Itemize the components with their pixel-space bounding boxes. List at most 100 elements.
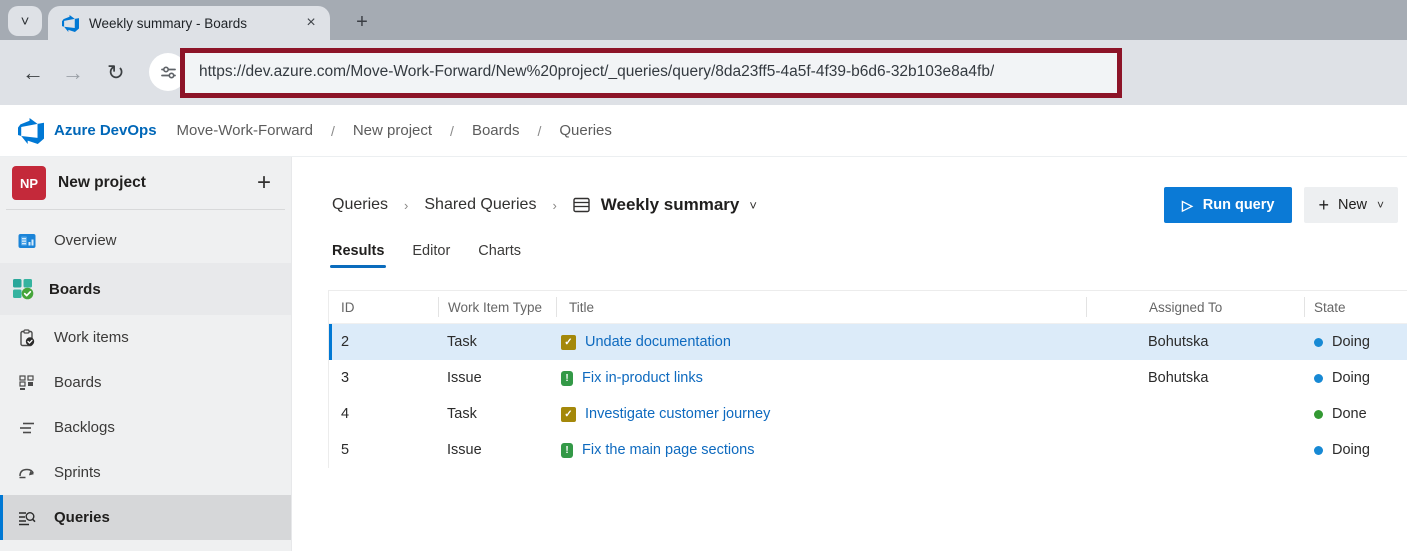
query-title[interactable]: Weekly summary [601, 195, 740, 215]
breadcrumb-org[interactable]: Move-Work-Forward [171, 122, 319, 139]
work-item-title-link[interactable]: Fix the main page sections [582, 442, 754, 458]
state-dot-icon [1314, 410, 1323, 419]
tab-title: Weekly summary - Boards [89, 16, 302, 31]
sidebar-item-label: Sprints [54, 464, 101, 481]
sidebar-item-sprints[interactable]: Sprints [0, 450, 291, 495]
state-dot-icon [1314, 446, 1323, 455]
sidebar-item-overview[interactable]: Overview [0, 218, 291, 263]
new-tab-button[interactable]: + [348, 8, 376, 36]
cell-id: 5 [329, 442, 438, 458]
query-breadcrumb-root[interactable]: Queries [332, 196, 388, 214]
sidebar-item-boards-hub[interactable]: Boards [0, 263, 291, 315]
project-name[interactable]: New project [58, 174, 251, 192]
column-header-assigned-to[interactable]: Assigned To [1086, 297, 1304, 317]
run-query-label: Run query [1203, 197, 1275, 213]
cell-title: Investigate customer journey [556, 406, 1086, 422]
work-item-title-link[interactable]: Investigate customer journey [585, 406, 770, 422]
table-header-row: ID Work Item Type Title Assigned To Stat… [329, 291, 1407, 324]
state-label: Done [1332, 406, 1367, 422]
query-breadcrumb-parent[interactable]: Shared Queries [424, 196, 536, 214]
queries-icon [15, 510, 39, 526]
sidebar: NP New project + Overvi [0, 157, 292, 551]
browser-toolbar: ← → ↻ https://dev.azure.com/Move-Work-Fo… [0, 40, 1407, 105]
sidebar-item-label: Backlogs [54, 419, 115, 436]
url-text: https://dev.azure.com/Move-Work-Forward/… [199, 63, 994, 81]
work-item-title-link[interactable]: Fix in-product links [582, 370, 703, 386]
divider [6, 209, 285, 210]
cell-state: Doing [1304, 334, 1407, 350]
devops-header: Azure DevOps Move-Work-Forward / New pro… [0, 105, 1407, 157]
query-breadcrumb: Queries › Shared Queries › Weekly summar… [332, 195, 1164, 215]
breadcrumb-project[interactable]: New project [347, 122, 438, 139]
pivot-tabs: Results Editor Charts [332, 243, 1407, 268]
table-row[interactable]: 4 Task Investigate customer journey Done [329, 396, 1407, 432]
sidebar-item-label: Boards [54, 374, 102, 391]
project-avatar[interactable]: NP [12, 166, 46, 200]
run-query-button[interactable]: ▷ Run query [1164, 187, 1292, 223]
cell-work-item-type: Task [438, 334, 556, 350]
azure-devops-favicon-icon [62, 15, 79, 32]
sprints-icon [15, 466, 39, 480]
browser-window: ˅ Weekly summary - Boards × + ← → ↻ http… [0, 0, 1407, 551]
cell-state: Doing [1304, 442, 1407, 458]
sidebar-item-boards[interactable]: Boards [0, 360, 291, 405]
site-info-button[interactable] [149, 53, 187, 91]
play-icon: ▷ [1182, 197, 1193, 214]
cell-work-item-type: Issue [438, 442, 556, 458]
boards-hub-icon [11, 278, 35, 300]
back-icon[interactable]: ← [22, 60, 44, 86]
reload-icon[interactable]: ↻ [107, 60, 125, 85]
new-button[interactable]: + New ˅ [1304, 187, 1398, 223]
tab-close-icon[interactable]: × [302, 14, 320, 32]
chevron-down-icon: ˅ [1377, 198, 1384, 212]
state-label: Doing [1332, 370, 1370, 386]
cell-title: Fix in-product links [556, 370, 1086, 386]
breadcrumb-separator: / [525, 123, 553, 139]
forward-icon[interactable]: → [62, 60, 84, 86]
state-label: Doing [1332, 442, 1370, 458]
chevron-down-icon[interactable]: ˅ [749, 198, 757, 213]
project-row: NP New project + [0, 157, 291, 209]
tune-icon [159, 63, 178, 82]
address-bar[interactable]: https://dev.azure.com/Move-Work-Forward/… [185, 49, 1118, 95]
sidebar-item-queries[interactable]: Queries [0, 495, 291, 540]
table-row[interactable]: 5 Issue Fix the main page sections Doing [329, 432, 1407, 468]
sidebar-item-work-items[interactable]: Work items [0, 315, 291, 360]
browser-tab[interactable]: Weekly summary - Boards × [48, 6, 330, 40]
cell-id: 3 [329, 370, 438, 386]
cell-work-item-type: Issue [438, 370, 556, 386]
cell-assigned-to: Bohutska [1086, 370, 1304, 386]
tab-charts[interactable]: Charts [478, 243, 521, 268]
cell-state: Done [1304, 406, 1407, 422]
cell-id: 2 [329, 334, 438, 350]
sidebar-item-label: Work items [54, 329, 129, 346]
table-row[interactable]: 2 Task Undate documentation Bohutska Doi… [329, 324, 1407, 360]
column-header-id[interactable]: ID [329, 297, 438, 317]
table-row[interactable]: 3 Issue Fix in-product links Bohutska Do… [329, 360, 1407, 396]
tab-search-button[interactable]: ˅ [8, 6, 42, 36]
work-item-title-link[interactable]: Undate documentation [585, 334, 731, 350]
plus-icon: + [356, 11, 368, 34]
add-project-button[interactable]: + [251, 169, 277, 197]
plus-icon: + [1318, 195, 1329, 216]
breadcrumb-queries[interactable]: Queries [553, 122, 618, 139]
cell-state: Doing [1304, 370, 1407, 386]
azure-devops-logo-icon[interactable] [18, 118, 44, 144]
cell-assigned-to: Bohutska [1086, 334, 1304, 350]
column-header-title[interactable]: Title [556, 297, 1086, 317]
work-items-icon [15, 329, 39, 347]
board-icon [15, 375, 39, 391]
brand-title[interactable]: Azure DevOps [54, 122, 157, 139]
cell-id: 4 [329, 406, 438, 422]
column-header-work-item-type[interactable]: Work Item Type [438, 297, 556, 317]
breadcrumb-boards[interactable]: Boards [466, 122, 526, 139]
tab-results[interactable]: Results [332, 243, 384, 268]
column-header-state[interactable]: State [1304, 297, 1407, 317]
tab-editor[interactable]: Editor [412, 243, 450, 268]
results-table: ID Work Item Type Title Assigned To Stat… [328, 290, 1407, 468]
sidebar-item-backlogs[interactable]: Backlogs [0, 405, 291, 450]
task-icon [561, 335, 576, 350]
cell-work-item-type: Task [438, 406, 556, 422]
state-dot-icon [1314, 374, 1323, 383]
issue-icon [561, 443, 573, 458]
